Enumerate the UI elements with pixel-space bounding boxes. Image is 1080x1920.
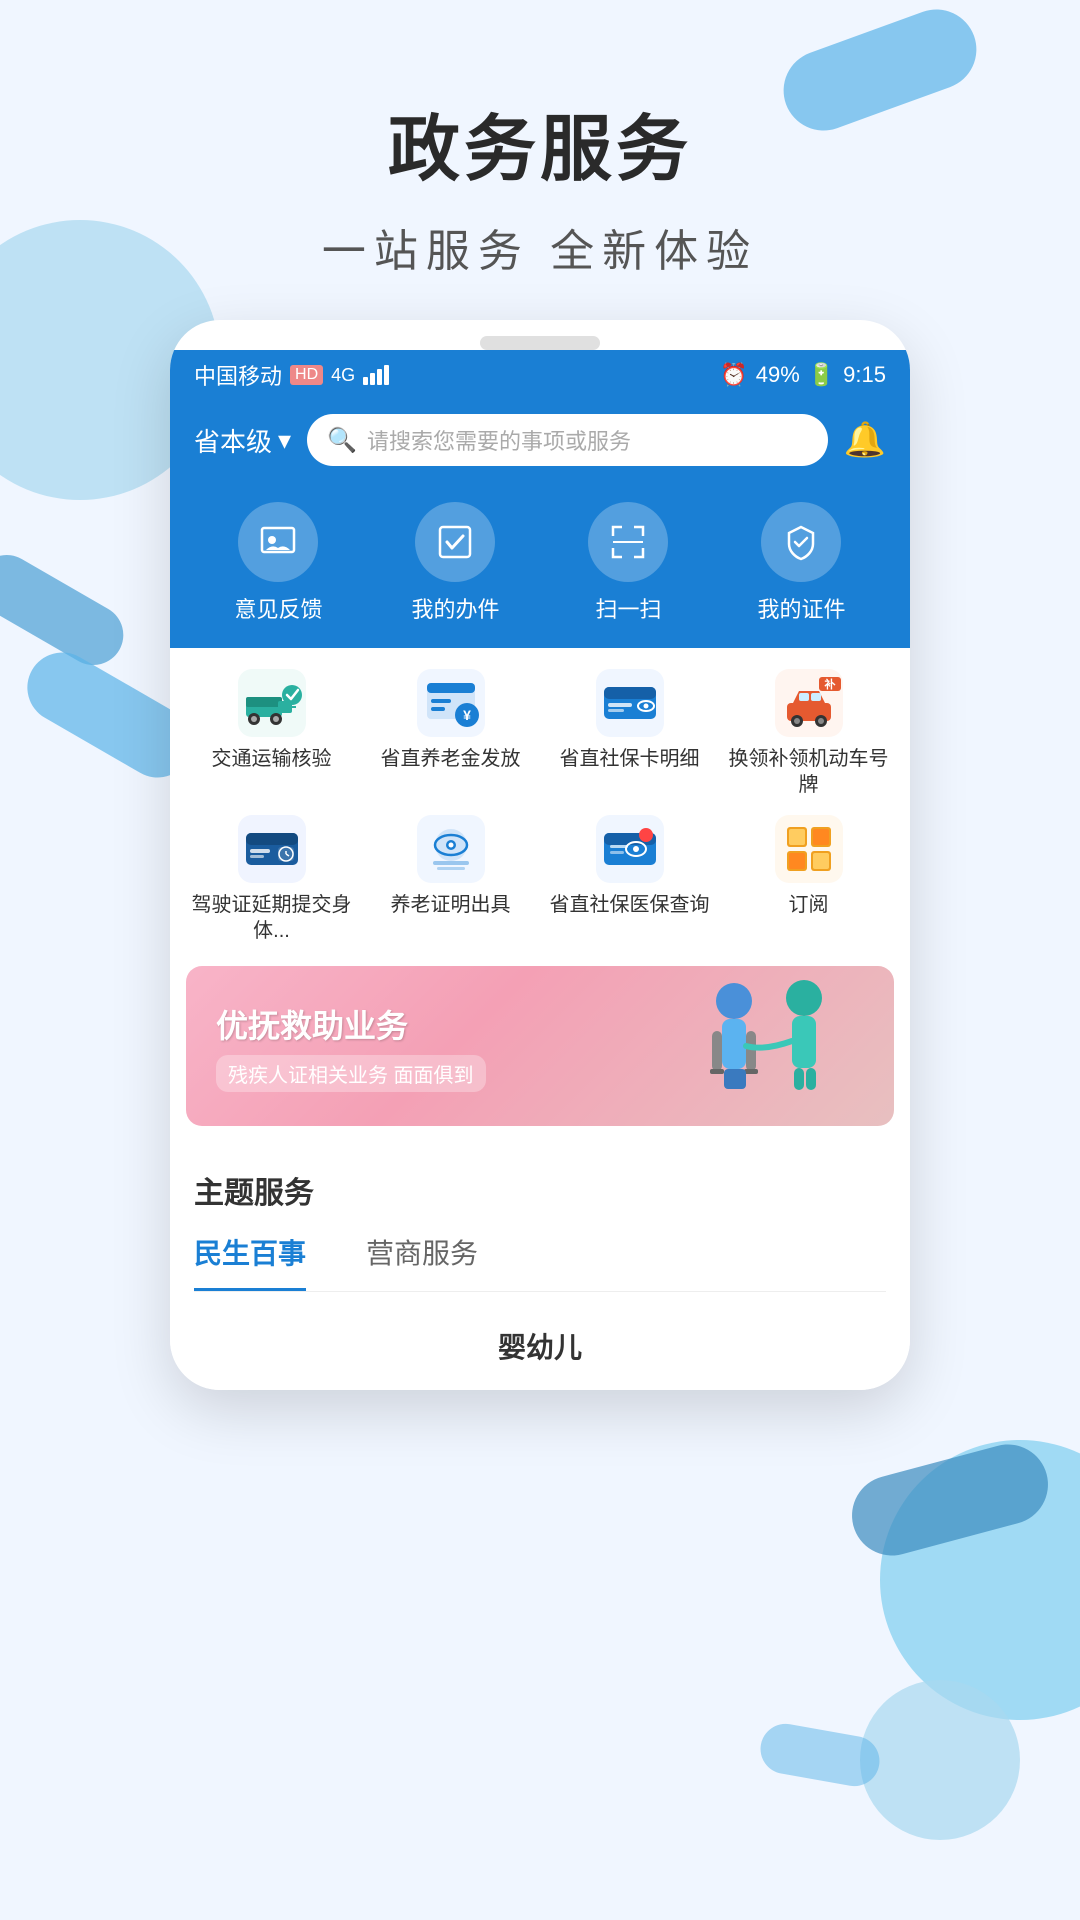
service-medical[interactable]: 省直社保医保查询 [544, 814, 715, 944]
banner-text-area: 优抚救助业务 残疾人证相关业务 面面俱到 [216, 1001, 486, 1092]
plate-label: 换领补领机动车号牌 [723, 746, 894, 798]
tab-livelihood[interactable]: 民生百事 [194, 1232, 306, 1291]
service-subscribe[interactable]: 订阅 [723, 814, 894, 944]
banner-illustration [664, 976, 864, 1116]
banner-title: 优抚救助业务 [216, 1001, 486, 1047]
bg-decoration-7 [860, 1680, 1020, 1840]
main-title: 政务服务 [0, 90, 1080, 195]
search-area: 省本级 ▾ 🔍 请搜索您需要的事项或服务 🔔 [170, 400, 910, 486]
network-type: 4G [331, 365, 355, 386]
feedback-label: 意见反馈 [234, 592, 322, 624]
location-label: 省本级 [194, 422, 272, 459]
quick-action-scan[interactable]: 扫一扫 [588, 502, 668, 624]
banner-subtitle: 残疾人证相关业务 面面俱到 [216, 1055, 486, 1092]
service-pension-payment[interactable]: ¥ 省直养老金发放 [365, 668, 536, 798]
medical-icon [595, 814, 665, 884]
services-grid: 交通运输核验 ¥ 省直养老金发放 [186, 668, 894, 944]
plate-icon: 补 [774, 668, 844, 738]
quick-action-feedback[interactable]: 意见反馈 [234, 502, 322, 624]
quick-action-mycert[interactable]: 我的证件 [757, 502, 845, 624]
social-card-label: 省直社保卡明细 [560, 746, 700, 772]
subscribe-icon [774, 814, 844, 884]
license-label: 驾驶证延期提交身体... [186, 892, 357, 944]
subscribe-label: 订阅 [789, 892, 829, 918]
license-icon [237, 814, 307, 884]
service-pension-cert[interactable]: 养老证明出具 [365, 814, 536, 944]
mycert-icon [761, 502, 841, 582]
signal-bar-2 [370, 373, 375, 385]
transport-icon [237, 668, 307, 738]
feedback-icon [238, 502, 318, 582]
phone-mockup: 中国移动 HD 4G ⏰ 49% 🔋 9:15 省本级 ▾ 🔍 请搜索您需要的事… [170, 320, 910, 1390]
status-right: ⏰ 49% 🔋 9:15 [720, 362, 886, 388]
pension-payment-label: 省直养老金发放 [381, 746, 521, 772]
signal-bar-3 [377, 369, 382, 385]
quick-actions: 意见反馈 我的办件 扫一扫 [170, 486, 910, 648]
theme-tabs: 民生百事 营商服务 [194, 1232, 886, 1292]
mywork-label: 我的办件 [411, 592, 499, 624]
carrier-label: 中国移动 [194, 359, 282, 391]
battery-icon: 🔋 [808, 362, 835, 388]
status-bar: 中国移动 HD 4G ⏰ 49% 🔋 9:15 [170, 350, 910, 400]
dropdown-arrow-icon: ▾ [278, 425, 291, 456]
pension-cert-label: 养老证明出具 [391, 892, 511, 918]
time-label: 9:15 [843, 362, 886, 388]
medical-label: 省直社保医保查询 [550, 892, 710, 918]
sub-title: 一站服务 全新体验 [0, 215, 1080, 279]
notification-bell-icon[interactable]: 🔔 [844, 420, 886, 460]
battery-label: 49% [756, 362, 800, 388]
signal-bars [363, 365, 389, 385]
svg-text:¥: ¥ [463, 707, 471, 723]
theme-section: 主题服务 民生百事 营商服务 [170, 1148, 910, 1302]
network-label: HD [290, 365, 323, 385]
service-social-card[interactable]: 省直社保卡明细 [544, 668, 715, 798]
signal-bar-1 [363, 377, 368, 385]
status-left: 中国移动 HD 4G [194, 359, 389, 391]
search-icon: 🔍 [327, 426, 357, 455]
theme-title: 主题服务 [194, 1168, 886, 1212]
header-area: 政务服务 一站服务 全新体验 [0, 0, 1080, 279]
phone-notch [480, 336, 600, 350]
location-selector[interactable]: 省本级 ▾ [194, 422, 291, 459]
service-transport[interactable]: 交通运输核验 [186, 668, 357, 798]
tab-livelihood-label: 民生百事 [194, 1238, 306, 1269]
bottom-content: 婴幼儿 [170, 1302, 910, 1390]
services-section: 交通运输核验 ¥ 省直养老金发放 [170, 648, 910, 954]
tab-business[interactable]: 营商服务 [366, 1232, 478, 1291]
tab-business-label: 营商服务 [366, 1238, 478, 1269]
svg-text:补: 补 [823, 677, 835, 691]
search-box[interactable]: 🔍 请搜索您需要的事项或服务 [307, 414, 828, 466]
banner-section: 优抚救助业务 残疾人证相关业务 面面俱到 [170, 954, 910, 1142]
pension-payment-icon: ¥ [416, 668, 486, 738]
scan-label: 扫一扫 [595, 592, 661, 624]
signal-bar-4 [384, 365, 389, 385]
transport-label: 交通运输核验 [212, 746, 332, 772]
mywork-icon [415, 502, 495, 582]
mycert-label: 我的证件 [757, 592, 845, 624]
clock-icon: ⏰ [720, 362, 747, 388]
service-license[interactable]: 驾驶证延期提交身体... [186, 814, 357, 944]
search-placeholder: 请搜索您需要的事项或服务 [367, 424, 631, 456]
active-section-label: 婴幼儿 [194, 1326, 886, 1366]
social-card-icon [595, 668, 665, 738]
promotion-banner[interactable]: 优抚救助业务 残疾人证相关业务 面面俱到 [186, 966, 894, 1126]
quick-action-mywork[interactable]: 我的办件 [411, 502, 499, 624]
pension-cert-icon [416, 814, 486, 884]
service-plate[interactable]: 补 换领补领机动车号牌 [723, 668, 894, 798]
scan-icon [588, 502, 668, 582]
